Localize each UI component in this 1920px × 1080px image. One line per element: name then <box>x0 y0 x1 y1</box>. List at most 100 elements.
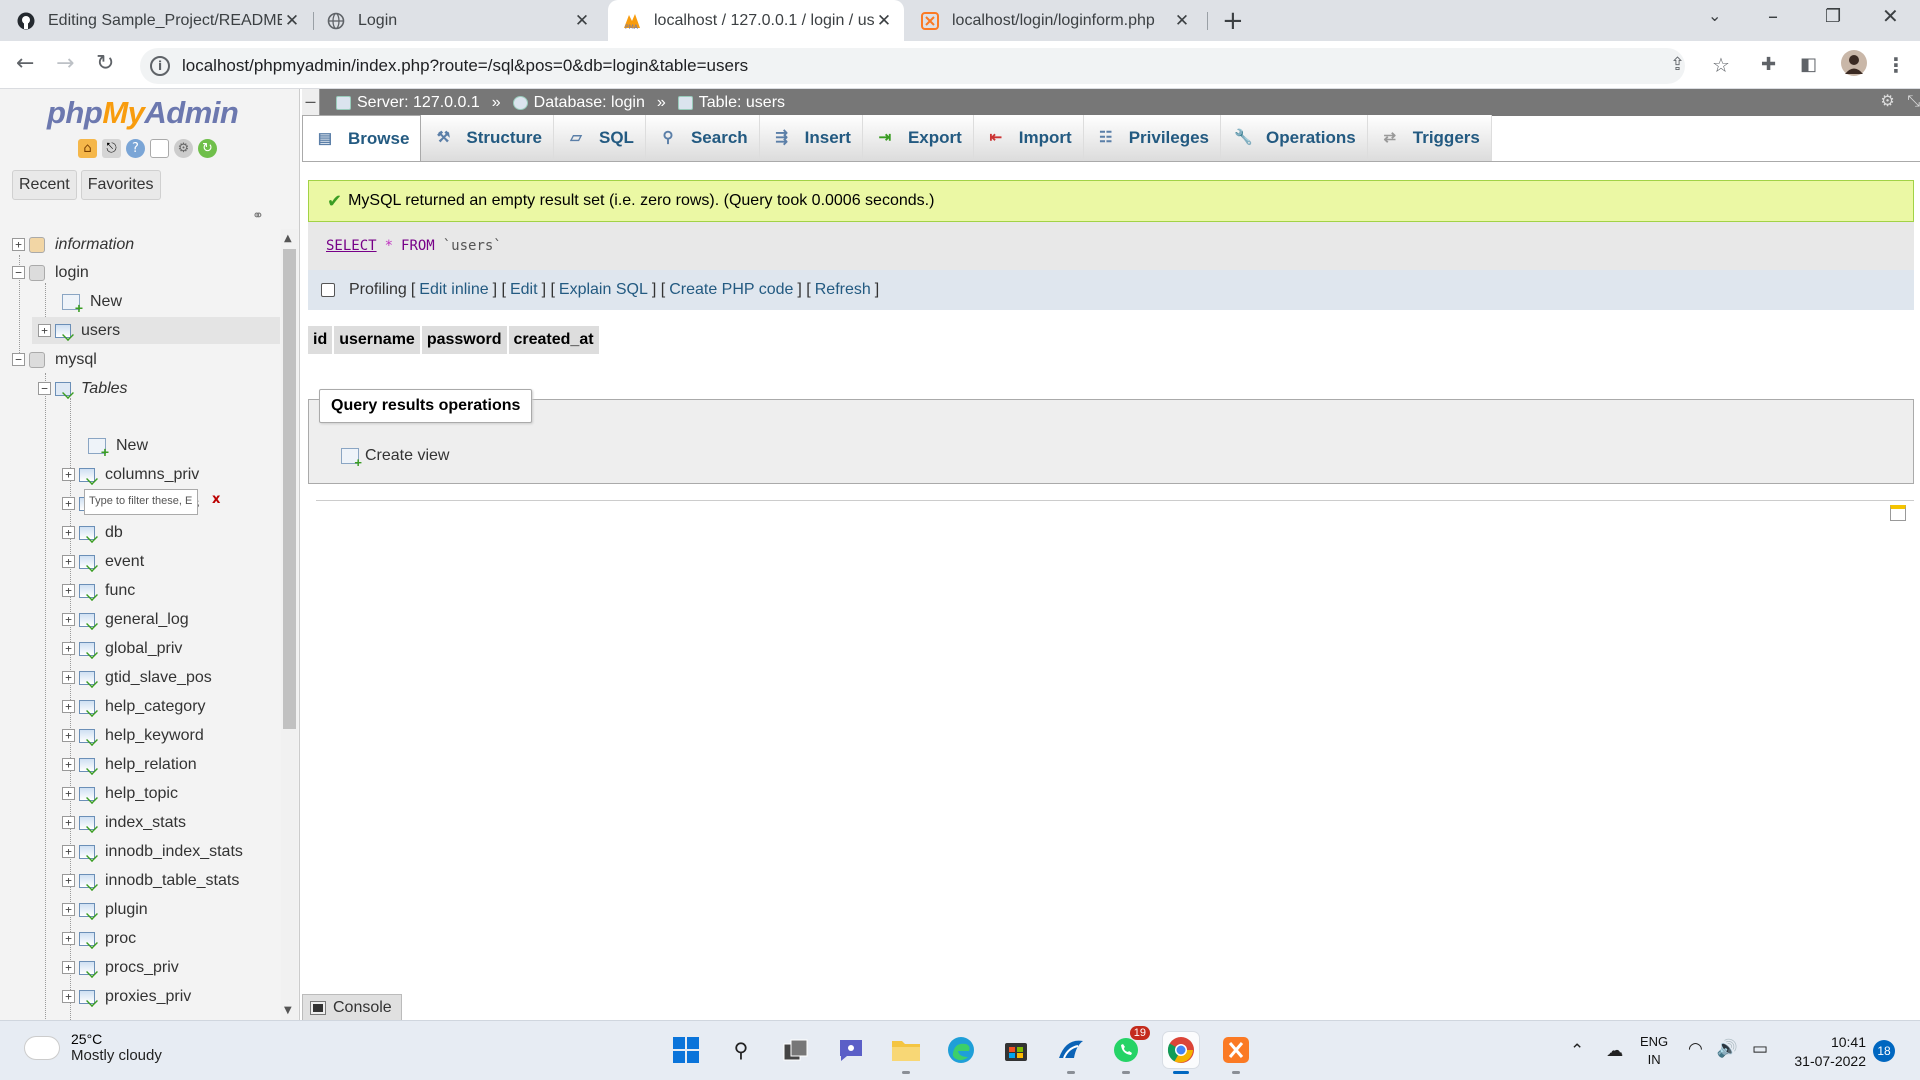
tree-item-table[interactable]: + general_log <box>62 606 189 633</box>
tree-item-table[interactable]: + help_topic <box>62 780 178 807</box>
search-icon[interactable]: ⚲ <box>723 1032 759 1068</box>
browser-tab-loginform[interactable]: localhost/login/loginform.php ✕ <box>920 0 1202 41</box>
site-info-icon[interactable]: i <box>150 56 170 76</box>
tree-item-table[interactable]: + help_keyword <box>62 722 204 749</box>
bookmark-icon[interactable] <box>1890 505 1906 521</box>
tree-item-table[interactable]: + event <box>62 548 144 575</box>
page-settings-icon[interactable]: ⚙ <box>1880 93 1894 110</box>
close-tab-icon[interactable]: ✕ <box>282 11 302 31</box>
profiling-checkbox[interactable] <box>321 283 335 297</box>
tree-item-login-new[interactable]: New <box>62 288 122 316</box>
language-indicator[interactable]: ENG IN <box>1640 1033 1668 1069</box>
tree-item-table[interactable]: + help_relation <box>62 751 197 778</box>
column-header-created-at[interactable]: created_at <box>508 326 599 354</box>
refresh-link[interactable]: Refresh <box>815 281 871 299</box>
weather-widget[interactable]: 25°C Mostly cloudy <box>25 1028 162 1064</box>
back-button[interactable]: ← <box>16 51 34 76</box>
clock[interactable]: 10:41 31-07-2022 <box>1790 1033 1866 1071</box>
recent-tables-button[interactable]: Recent <box>12 170 77 200</box>
expand-icon[interactable]: + <box>12 238 25 251</box>
column-header-password[interactable]: password <box>421 326 507 354</box>
expand-icon[interactable]: + <box>62 700 75 713</box>
tree-item-table[interactable]: + proxies_priv <box>62 983 191 1010</box>
home-icon[interactable]: ⌂ <box>78 139 97 158</box>
tree-item-table[interactable]: + gtid_slave_pos <box>62 664 212 691</box>
side-panel-icon[interactable]: ◧ <box>1800 54 1817 75</box>
expand-icon[interactable]: + <box>62 468 75 481</box>
tree-item-table[interactable]: + columns_priv <box>62 461 199 488</box>
expand-icon[interactable]: + <box>62 671 75 684</box>
close-window-button[interactable]: ✕ <box>1882 4 1899 28</box>
microsoft-store-icon[interactable] <box>998 1032 1034 1068</box>
expand-icon[interactable]: + <box>38 324 51 337</box>
table-filter-input[interactable]: Type to filter these, E <box>84 489 198 515</box>
task-view-icon[interactable] <box>778 1032 814 1068</box>
close-tab-icon[interactable]: ✕ <box>874 11 894 31</box>
tab-triggers[interactable]: ⇄ Triggers <box>1367 115 1492 161</box>
close-tab-icon[interactable]: ✕ <box>1172 11 1192 31</box>
xampp-icon[interactable] <box>1218 1032 1254 1074</box>
tab-insert[interactable]: ⇶ Insert <box>759 115 863 161</box>
show-hidden-icons-chevron-icon[interactable]: ⌃ <box>1570 1041 1584 1061</box>
expand-icon[interactable]: + <box>62 642 75 655</box>
collapse-icon[interactable]: − <box>38 382 51 395</box>
expand-icon[interactable]: + <box>62 758 75 771</box>
tree-item-information[interactable]: + information <box>12 231 134 258</box>
browser-tab-readme[interactable]: Editing Sample_Project/README. ✕ <box>16 0 312 41</box>
expand-icon[interactable]: + <box>62 874 75 887</box>
clear-filter-button[interactable]: x <box>212 492 220 507</box>
forward-button[interactable]: → <box>56 51 74 76</box>
scroll-down-icon[interactable]: ▼ <box>284 1005 292 1016</box>
browser-tab-login[interactable]: Login ✕ <box>326 0 602 41</box>
logout-icon[interactable]: ⎋ <box>102 139 121 158</box>
expand-icon[interactable]: + <box>62 816 75 829</box>
sql-select-keyword[interactable]: SELECT <box>326 238 377 254</box>
profile-avatar[interactable] <box>1840 49 1868 82</box>
phpmyadmin-logo[interactable]: phpMyAdmin <box>47 95 239 131</box>
bookmark-star-icon[interactable]: ☆ <box>1712 53 1730 77</box>
expand-icon[interactable]: + <box>62 932 75 945</box>
tree-item-users[interactable]: + users <box>32 317 280 344</box>
breadcrumb-server[interactable]: Server: 127.0.0.1 <box>357 94 480 112</box>
notification-count-badge[interactable]: 18 <box>1873 1040 1895 1062</box>
breadcrumb-database[interactable]: Database: login <box>534 94 645 112</box>
column-header-username[interactable]: username <box>334 326 420 354</box>
tab-operations[interactable]: 🔧 Operations <box>1221 115 1368 161</box>
tree-item-table[interactable]: + plugin <box>62 896 148 923</box>
tree-item-table[interactable]: + procs_priv <box>62 954 179 981</box>
tree-item-tables[interactable]: − Tables <box>38 375 128 402</box>
settings-gear-icon[interactable]: ⚙ <box>174 139 193 158</box>
extensions-icon[interactable]: ✚ <box>1761 54 1776 75</box>
new-tab-button[interactable]: + <box>1222 6 1244 36</box>
tree-item-mysql-new[interactable]: New <box>88 432 148 460</box>
collapse-icon[interactable]: − <box>12 266 25 279</box>
expand-icon[interactable]: + <box>62 555 75 568</box>
expand-icon[interactable]: + <box>62 729 75 742</box>
expand-icon[interactable]: + <box>62 613 75 626</box>
edge-icon[interactable] <box>943 1032 979 1068</box>
tree-item-table[interactable]: + index_stats <box>62 809 186 836</box>
minimize-button[interactable]: – <box>1768 4 1778 28</box>
collapse-icon[interactable]: − <box>12 353 25 366</box>
console-toggle[interactable]: Console <box>302 994 402 1020</box>
nav-scrollbar[interactable]: ▲ ▼ <box>281 229 298 1020</box>
tree-item-table[interactable]: + innodb_table_stats <box>62 867 239 894</box>
tree-item-login[interactable]: − login <box>12 259 89 286</box>
teams-chat-icon[interactable] <box>833 1032 869 1068</box>
tab-search[interactable]: ⚲ Search <box>645 115 760 161</box>
tab-browse[interactable]: ▤ Browse <box>302 115 422 161</box>
link-with-main-panel-icon[interactable]: ⚭ <box>252 208 264 224</box>
tree-item-table[interactable]: + db <box>62 519 123 546</box>
help-icon[interactable]: ? <box>126 139 145 158</box>
collapse-top-icon[interactable]: ⤡ <box>1907 93 1920 110</box>
create-view-link[interactable]: Create view <box>341 447 449 470</box>
expand-icon[interactable]: + <box>62 990 75 1003</box>
onedrive-cloud-icon[interactable]: ☁ <box>1606 1041 1623 1061</box>
tab-sql[interactable]: ▱ SQL <box>554 115 646 161</box>
expand-icon[interactable]: + <box>62 845 75 858</box>
expand-icon[interactable]: + <box>62 787 75 800</box>
reload-nav-icon[interactable]: ↻ <box>198 139 217 158</box>
edit-link[interactable]: Edit <box>510 281 538 299</box>
tab-export[interactable]: ⇥ Export <box>862 115 974 161</box>
close-tab-icon[interactable]: ✕ <box>572 11 592 31</box>
